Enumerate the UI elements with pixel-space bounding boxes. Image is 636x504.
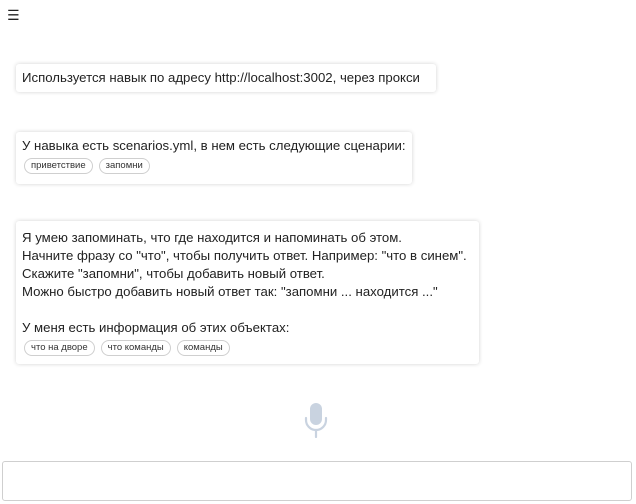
message-bubble-skill-address: Используется навык по адресу http://loca… — [16, 64, 436, 92]
chip-greeting[interactable]: приветствие — [24, 158, 93, 174]
chip-remember[interactable]: запомни — [98, 158, 150, 174]
message-bubble-scenarios: У навыка есть scenarios.yml, в нем есть … — [16, 132, 412, 184]
message-input[interactable] — [3, 462, 631, 500]
suggestion-chips: приветствие запомни — [24, 158, 406, 174]
message-text: Я умею запоминать, что где находится и н… — [22, 230, 402, 245]
message-bubble-help: Я умею запоминать, что где находится и н… — [16, 221, 479, 364]
chip-commands[interactable]: команды — [176, 340, 230, 356]
message-input-container — [2, 461, 632, 501]
message-text: Используется навык по адресу http://loca… — [22, 70, 420, 85]
microphone-icon[interactable] — [303, 402, 329, 438]
message-text: У меня есть информация об этих объектах: — [22, 320, 290, 335]
chat-app: ☰ Используется навык по адресу http://lo… — [0, 0, 636, 504]
chip-what-commands[interactable]: что команды — [100, 340, 171, 356]
message-text: Можно быстро добавить новый ответ так: "… — [22, 284, 438, 299]
message-text: Скажите "запомни", чтобы добавить новый … — [22, 266, 325, 281]
message-text: У навыка есть scenarios.yml, в нем есть … — [22, 138, 406, 153]
chip-what-outside[interactable]: что на дворе — [24, 340, 95, 356]
hamburger-menu-icon[interactable]: ☰ — [7, 8, 20, 22]
suggestion-chips: что на дворе что команды команды — [24, 340, 473, 356]
message-text: Начните фразу со "что", чтобы получить о… — [22, 248, 467, 263]
